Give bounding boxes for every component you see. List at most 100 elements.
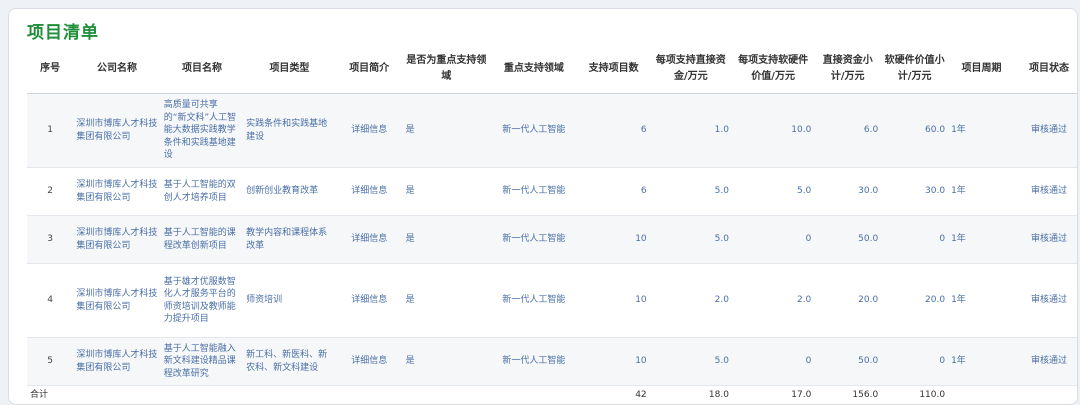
total-direct-subtotal: 156.0 [814,385,882,404]
table-row: 4 深圳市博库人才科技集团有限公司 基于雄才优服数智化人才服务平台的师资培训及教… [27,263,1077,338]
detail-link[interactable]: 详细信息 [335,167,403,216]
cell-is-key: 是 [402,263,491,338]
cell-direct-subtotal: 50.0 [814,337,882,386]
cell-count: 6 [577,167,650,216]
cell-status: 审核通过 [1014,167,1077,216]
project-table-wrapper: 序号 公司名称 项目名称 项目类型 项目简介 是否为重点支持领域 重点支持领域 … [27,45,1077,404]
cell-status: 审核通过 [1014,93,1077,168]
detail-link[interactable]: 详细信息 [335,93,403,168]
cell-key-field: 新一代人工智能 [490,337,578,386]
cell-key-field: 新一代人工智能 [490,263,578,338]
header-project-type: 项目类型 [243,45,336,94]
total-empty [243,385,336,404]
total-empty [490,385,578,404]
table-row: 1 深圳市博库人才科技集团有限公司 高质量可共享的“新文科”人工智能大数据实践教… [27,93,1077,168]
project-list-card: 项目清单 序号 公司名称 项目名称 项目类型 项目简介 是否为重点支持领域 重点… [8,8,1078,405]
cell-period: 1年 [948,167,1015,216]
cell-direct-each: 5.0 [649,167,732,216]
cell-project-type: 实践条件和实践基地建设 [243,93,336,168]
cell-period: 1年 [948,93,1015,168]
cell-direct-each: 2.0 [649,263,732,338]
cell-seq: 5 [27,337,74,386]
cell-direct-each: 5.0 [649,337,732,386]
cell-direct-subtotal: 20.0 [814,263,882,338]
total-label: 合计 [27,385,74,404]
cell-company: 深圳市博库人才科技集团有限公司 [73,167,161,216]
cell-count: 10 [577,215,650,264]
table-row: 5 深圳市博库人才科技集团有限公司 基于人工智能融入新文科建设精品课程改革研究 … [27,337,1077,386]
header-company: 公司名称 [73,45,161,94]
cell-project-name: 基于人工智能融入新文科建设精品课程改革研究 [160,337,244,386]
cell-soft-each: 2.0 [731,263,815,338]
header-soft-subtotal: 软硬件价值小计/万元 [881,45,949,94]
cell-period: 1年 [948,215,1015,264]
cell-period: 1年 [948,337,1015,386]
cell-direct-subtotal: 30.0 [814,167,882,216]
total-empty [160,385,244,404]
cell-count: 6 [577,93,650,168]
header-intro: 项目简介 [335,45,403,94]
header-count: 支持项目数 [577,45,650,94]
cell-project-name: 基于人工智能的课程改革创新项目 [160,215,244,264]
cell-direct-each: 5.0 [649,215,732,264]
detail-link[interactable]: 详细信息 [335,263,403,338]
cell-company: 深圳市博库人才科技集团有限公司 [73,263,161,338]
cell-company: 深圳市博库人才科技集团有限公司 [73,337,161,386]
cell-project-name: 基于人工智能的双创人才培养项目 [160,167,244,216]
cell-count: 10 [577,263,650,338]
cell-direct-subtotal: 50.0 [814,215,882,264]
total-empty [73,385,161,404]
cell-key-field: 新一代人工智能 [490,215,578,264]
total-direct-each: 18.0 [649,385,732,404]
cell-status: 审核通过 [1014,263,1077,338]
cell-project-name: 高质量可共享的“新文科”人工智能大数据实践教学条件和实践基地建设 [160,93,244,168]
cell-project-type: 教学内容和课程体系改革 [243,215,336,264]
cell-soft-each: 0 [731,215,815,264]
header-soft-each: 每项支持软硬件价值/万元 [731,45,815,94]
header-seq: 序号 [27,45,74,94]
header-status: 项目状态 [1014,45,1077,94]
table-row: 2 深圳市博库人才科技集团有限公司 基于人工智能的双创人才培养项目 创新创业教育… [27,167,1077,216]
total-count: 42 [577,385,650,404]
page-title: 项目清单 [27,23,99,43]
cell-key-field: 新一代人工智能 [490,93,578,168]
cell-soft-each: 0 [731,337,815,386]
cell-project-name: 基于雄才优服数智化人才服务平台的师资培训及教师能力提升项目 [160,263,244,338]
cell-is-key: 是 [402,215,491,264]
total-empty [402,385,491,404]
cell-count: 10 [577,337,650,386]
cell-direct-subtotal: 6.0 [814,93,882,168]
detail-link[interactable]: 详细信息 [335,337,403,386]
table-row: 3 深圳市博库人才科技集团有限公司 基于人工智能的课程改革创新项目 教学内容和课… [27,215,1077,264]
cell-soft-subtotal: 60.0 [881,93,949,168]
total-empty [335,385,403,404]
total-row: 合计 42 18.0 17.0 156.0 110.0 [27,385,1077,404]
cell-is-key: 是 [402,337,491,386]
cell-is-key: 是 [402,93,491,168]
header-direct-subtotal: 直接资金小计/万元 [814,45,882,94]
cell-soft-each: 5.0 [731,167,815,216]
cell-seq: 3 [27,215,74,264]
detail-link[interactable]: 详细信息 [335,215,403,264]
total-soft-each: 17.0 [731,385,815,404]
cell-company: 深圳市博库人才科技集团有限公司 [73,93,161,168]
total-soft-subtotal: 110.0 [881,385,949,404]
cell-direct-each: 1.0 [649,93,732,168]
cell-seq: 1 [27,93,74,168]
header-key-field: 重点支持领域 [490,45,578,94]
total-empty [1014,385,1077,404]
header-direct-each: 每项支持直接资金/万元 [649,45,732,94]
header-period: 项目周期 [948,45,1015,94]
cell-soft-subtotal: 20.0 [881,263,949,338]
cell-soft-subtotal: 0 [881,215,949,264]
cell-project-type: 师资培训 [243,263,336,338]
total-empty [948,385,1015,404]
cell-soft-subtotal: 30.0 [881,167,949,216]
cell-soft-subtotal: 0 [881,337,949,386]
cell-is-key: 是 [402,167,491,216]
cell-project-type: 新工科、新医科、新农科、新文科建设 [243,337,336,386]
header-is-key-field: 是否为重点支持领域 [402,45,491,94]
cell-period: 1年 [948,263,1015,338]
cell-status: 审核通过 [1014,215,1077,264]
project-table: 序号 公司名称 项目名称 项目类型 项目简介 是否为重点支持领域 重点支持领域 … [27,45,1077,404]
